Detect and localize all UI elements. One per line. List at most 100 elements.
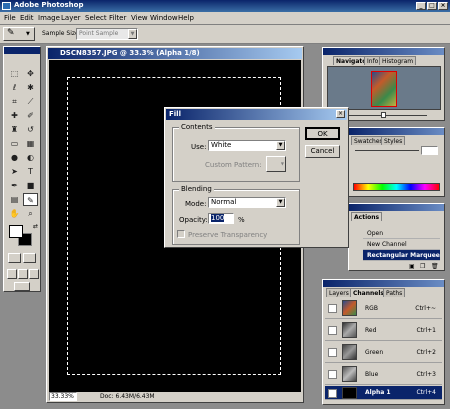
channel-row-rgb[interactable]: RGB Ctrl+~ bbox=[325, 298, 442, 319]
close-icon[interactable]: × bbox=[438, 2, 448, 10]
channels-palette: Layers Channels Paths RGB Ctrl+~ Red Ctr… bbox=[322, 279, 445, 405]
menu-window[interactable]: Window bbox=[150, 14, 178, 22]
quick-mask-icon[interactable] bbox=[23, 253, 36, 263]
channel-name: Blue bbox=[365, 371, 379, 378]
channel-name: Red bbox=[365, 327, 377, 334]
eyedropper-icon: ✎ bbox=[7, 28, 15, 38]
sample-size-select[interactable]: Point Sample ▼ bbox=[76, 28, 138, 40]
channel-row-green[interactable]: Green Ctrl+2 bbox=[325, 342, 442, 363]
color-slider-track[interactable] bbox=[355, 150, 419, 151]
menu-file[interactable]: File bbox=[4, 14, 16, 22]
screen-mode-standard-icon[interactable] bbox=[7, 269, 17, 279]
photoshop-logo-icon bbox=[2, 2, 11, 10]
opacity-input[interactable]: 100 bbox=[208, 213, 234, 224]
dialog-close-icon[interactable]: × bbox=[336, 110, 345, 118]
palette-title-bar bbox=[349, 128, 444, 135]
document-title: DSCN8357.JPG @ 33.3% (Alpha 1/8) bbox=[48, 48, 302, 59]
new-document-icon[interactable]: ❐ bbox=[420, 263, 425, 270]
screen-mode-full-icon[interactable] bbox=[29, 269, 39, 279]
crop-tool-icon[interactable]: ⌗ bbox=[7, 95, 22, 108]
history-item-rectangular-marquee[interactable]: Rectangular Marquee bbox=[363, 250, 440, 261]
trash-icon[interactable]: 🗑 bbox=[431, 263, 439, 270]
visibility-toggle[interactable] bbox=[328, 304, 337, 313]
standard-mode-icon[interactable] bbox=[8, 253, 21, 263]
tab-histogram[interactable]: Histogram bbox=[379, 56, 417, 65]
tab-paths[interactable]: Paths bbox=[383, 288, 406, 297]
app-title: Adobe Photoshop bbox=[14, 1, 84, 9]
tab-actions[interactable]: Actions bbox=[351, 212, 383, 221]
preserve-transparency-checkbox[interactable] bbox=[177, 230, 185, 238]
tab-layers[interactable]: Layers bbox=[326, 288, 352, 297]
tool-preset-picker[interactable]: ✎ ▼ bbox=[3, 27, 35, 41]
palette-title-bar bbox=[323, 48, 444, 55]
notes-tool-icon[interactable]: ▤ bbox=[7, 193, 22, 206]
menu-view[interactable]: View bbox=[131, 14, 148, 22]
channel-row-alpha-1[interactable]: ◉ Alpha 1 Ctrl+4 bbox=[325, 386, 442, 400]
zoom-tool-icon[interactable]: ⌕ bbox=[23, 207, 38, 220]
screen-mode-full-menu-icon[interactable] bbox=[18, 269, 28, 279]
color-ramp[interactable] bbox=[353, 183, 440, 191]
new-snapshot-icon[interactable]: ▣ bbox=[409, 263, 415, 270]
magic-wand-icon[interactable]: ✱ bbox=[23, 81, 38, 94]
menu-help[interactable]: Help bbox=[178, 14, 194, 22]
visibility-toggle[interactable] bbox=[328, 326, 337, 335]
hand-tool-icon[interactable]: ✋ bbox=[7, 207, 22, 220]
color-value-field[interactable] bbox=[421, 146, 438, 155]
channel-row-red[interactable]: Red Ctrl+1 bbox=[325, 320, 442, 341]
blur-tool-icon[interactable]: ● bbox=[7, 151, 22, 164]
channel-thumbnail bbox=[342, 300, 357, 316]
lasso-tool-icon[interactable]: ℓ bbox=[7, 81, 22, 94]
jump-to-imageready-icon[interactable] bbox=[14, 282, 30, 291]
ok-button[interactable]: OK bbox=[305, 127, 340, 140]
eraser-tool-icon[interactable]: ▭ bbox=[7, 137, 22, 150]
dodge-tool-icon[interactable]: ◐ bbox=[23, 151, 38, 164]
move-tool-icon[interactable]: ✥ bbox=[23, 67, 38, 80]
stamp-tool-icon[interactable]: ♜ bbox=[7, 123, 22, 136]
visibility-toggle[interactable] bbox=[328, 348, 337, 357]
tab-styles[interactable]: Styles bbox=[381, 136, 406, 145]
zoom-field[interactable]: 33.33% bbox=[49, 392, 77, 401]
maximize-icon[interactable]: □ bbox=[427, 2, 437, 10]
eyedropper-tool-icon[interactable]: ✎ bbox=[23, 193, 38, 206]
chevron-down-icon: ▼ bbox=[276, 198, 285, 207]
marquee-tool-icon[interactable]: ⬚ bbox=[7, 67, 22, 80]
gradient-tool-icon[interactable]: ▦ bbox=[23, 137, 38, 150]
channel-thumbnail bbox=[342, 387, 357, 399]
history-brush-icon[interactable]: ↺ bbox=[23, 123, 38, 136]
slice-tool-icon[interactable]: ⟋ bbox=[23, 95, 38, 108]
menu-edit[interactable]: Edit bbox=[20, 14, 34, 22]
mode-select[interactable]: Normal ▼ bbox=[208, 197, 286, 208]
tab-channels[interactable]: Channels bbox=[350, 288, 387, 297]
swap-colors-icon[interactable]: ⇄ bbox=[33, 223, 38, 230]
fill-dialog: Fill × Contents Use: White ▼ Custom Patt… bbox=[164, 107, 349, 248]
history-item-new-channel[interactable]: New Channel bbox=[363, 239, 440, 250]
channel-shortcut: Ctrl+1 bbox=[416, 327, 436, 334]
slider-thumb[interactable] bbox=[381, 112, 386, 118]
type-tool-icon[interactable]: T bbox=[23, 165, 38, 178]
path-select-icon[interactable]: ➤ bbox=[7, 165, 22, 178]
navigator-zoom-slider[interactable] bbox=[347, 112, 427, 118]
channel-name: RGB bbox=[365, 305, 378, 312]
visibility-toggle[interactable] bbox=[328, 370, 337, 379]
opacity-label: Opacity: bbox=[179, 216, 208, 224]
cancel-button[interactable]: Cancel bbox=[305, 145, 340, 158]
use-select[interactable]: White ▼ bbox=[208, 140, 286, 151]
navigator-thumbnail bbox=[371, 71, 397, 107]
menu-image[interactable]: Image bbox=[38, 14, 60, 22]
navigator-preview[interactable] bbox=[327, 66, 441, 110]
menu-select[interactable]: Select bbox=[85, 14, 107, 22]
brush-tool-icon[interactable]: ✐ bbox=[23, 109, 38, 122]
opacity-value: 100 bbox=[211, 214, 225, 222]
eye-icon[interactable]: ◉ bbox=[328, 389, 337, 398]
menu-filter[interactable]: Filter bbox=[109, 14, 126, 22]
menu-layer[interactable]: Layer bbox=[61, 14, 81, 22]
channel-name: Alpha 1 bbox=[365, 389, 391, 396]
channel-row-blue[interactable]: Blue Ctrl+3 bbox=[325, 364, 442, 385]
pen-tool-icon[interactable]: ✒ bbox=[7, 179, 22, 192]
blending-legend: Blending bbox=[179, 185, 214, 193]
foreground-color-swatch[interactable] bbox=[9, 225, 23, 238]
history-item-open[interactable]: Open bbox=[363, 228, 440, 239]
shape-tool-icon[interactable]: ■ bbox=[23, 179, 38, 192]
healing-brush-icon[interactable]: ✚ bbox=[7, 109, 22, 122]
minimize-icon[interactable]: _ bbox=[416, 2, 426, 10]
